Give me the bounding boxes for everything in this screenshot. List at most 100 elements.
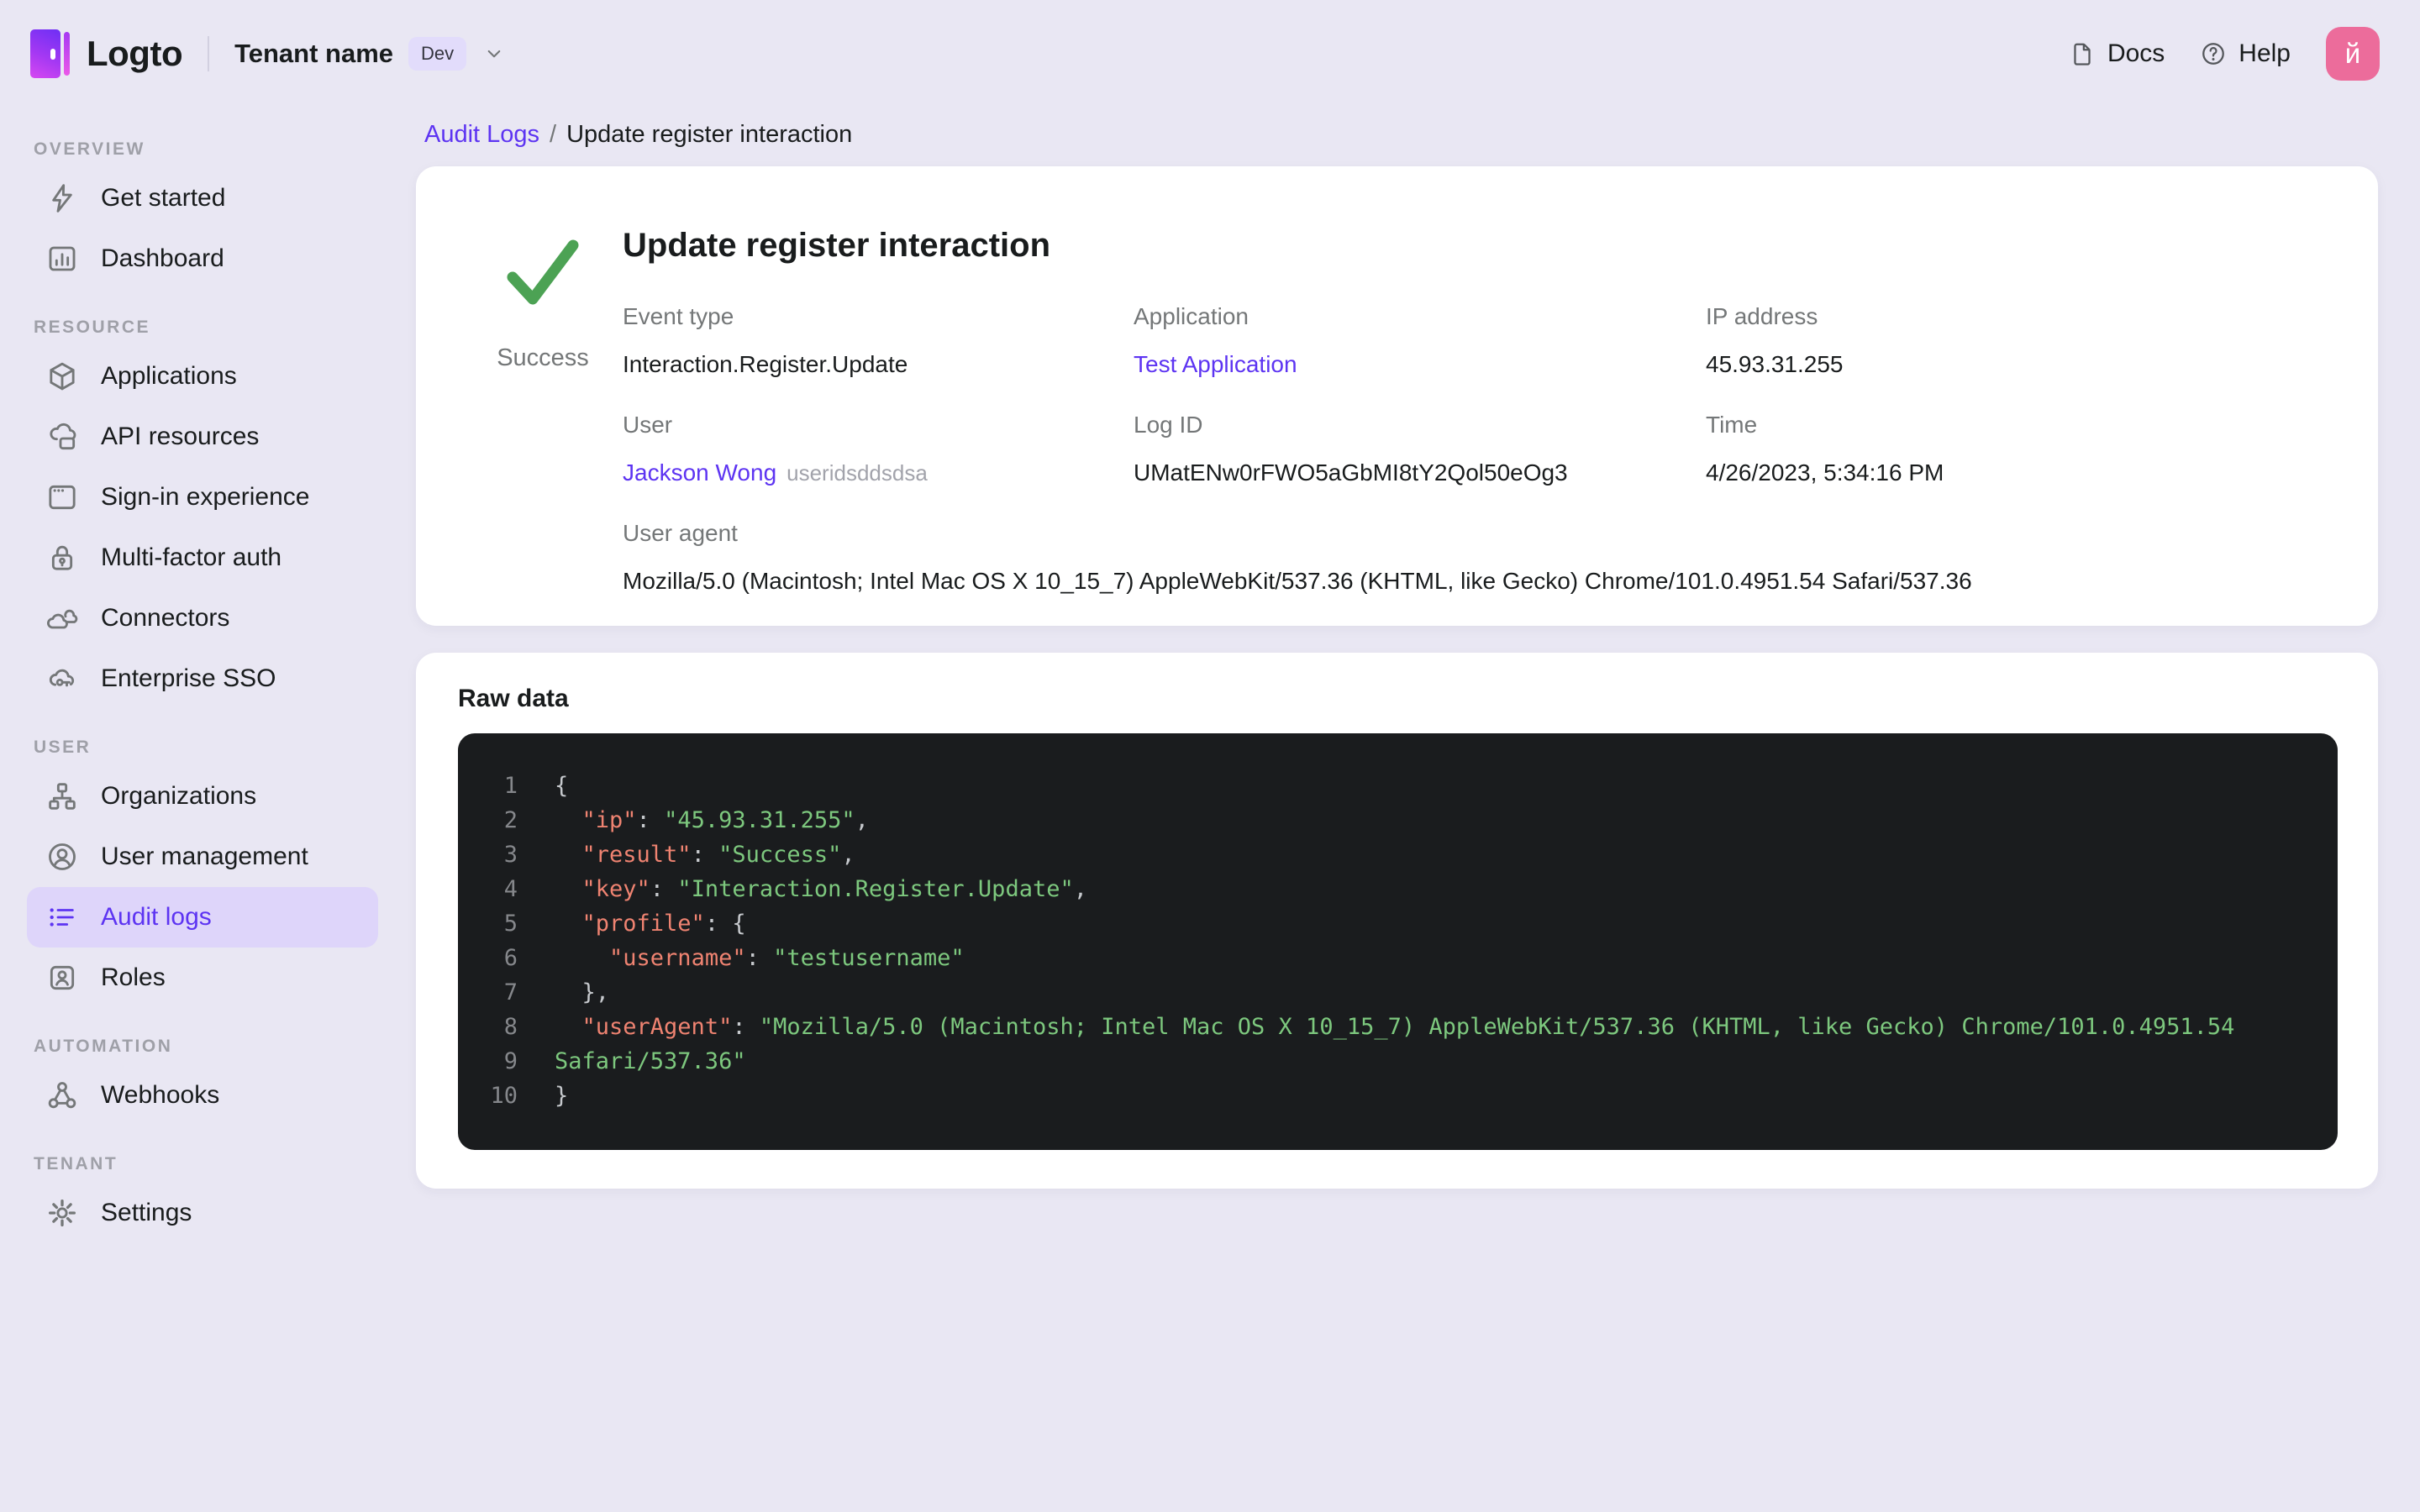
topbar-divider: [208, 36, 210, 71]
sidebar-item-dashboard[interactable]: Dashboard: [27, 228, 378, 289]
raw-data-card: Raw data 1{2 "ip": "45.93.31.255", 3 "res…: [416, 653, 2378, 1189]
code-line: 7 },: [479, 975, 2304, 1010]
sidebar-item-get-started[interactable]: Get started: [27, 168, 378, 228]
tenant-switcher[interactable]: Tenant name Dev: [234, 37, 507, 71]
sidebar-item-label: Connectors: [101, 604, 230, 632]
breadcrumb: Audit Logs / Update register interaction: [424, 116, 2378, 153]
field-value: UMatENw0rFWO5aGbMI8tY2Qol50eOg3: [1134, 459, 1568, 486]
sidebar-item-label: Dashboard: [101, 244, 224, 272]
sidebar-item-multi-factor-auth[interactable]: Multi-factor auth: [27, 528, 378, 588]
code-line: 9 Safari/537.36": [479, 1044, 2304, 1079]
line-number: 4: [503, 876, 518, 902]
field-label: Event type: [623, 303, 734, 329]
code-line: 4 "key": "Interaction.Register.Update",: [479, 872, 2304, 906]
line-number: 5: [503, 911, 518, 937]
logo-wordmark: Logto: [87, 34, 183, 73]
sidebar-item-webhooks[interactable]: Webhooks: [27, 1065, 378, 1126]
sidebar-section-label: USER: [34, 738, 92, 757]
sidebar-item-label: API resources: [101, 423, 260, 450]
sidebar-item-label: Sign-in experience: [101, 483, 310, 511]
cloud-key-icon: [45, 662, 79, 696]
line-number: 7: [503, 979, 518, 1005]
dashboard-icon: [45, 242, 79, 276]
field-value-link[interactable]: Jackson Wong: [623, 459, 776, 486]
field-user-agent: User agent Mozilla/5.0 (Macintosh; Intel…: [623, 519, 2331, 596]
docs-label: Docs: [2107, 39, 2165, 67]
sidebar-item-api-resources[interactable]: API resources: [27, 407, 378, 467]
webhook-icon: [45, 1079, 79, 1112]
field-label: User agent: [623, 520, 738, 546]
status-label: Success: [497, 344, 589, 371]
tenant-name: Tenant name: [234, 39, 394, 68]
main-content: Audit Logs / Update register interaction…: [405, 108, 2420, 1189]
avatar[interactable]: й: [2326, 27, 2380, 81]
field-log-id: Log ID UMatENw0rFWO5aGbMI8tY2Qol50eOg3: [1134, 411, 1706, 487]
list-icon: [45, 900, 79, 934]
field-value: 4/26/2023, 5:34:16 PM: [1706, 459, 1944, 486]
sidebar-item-applications[interactable]: Applications: [27, 346, 378, 407]
sidebar-item-label: Applications: [101, 362, 237, 390]
field-value: 45.93.31.255: [1706, 351, 1844, 377]
field-label: Time: [1706, 412, 1758, 438]
code-line: 2 "ip": "45.93.31.255",: [479, 803, 2304, 837]
line-number: 9: [503, 1048, 518, 1074]
code-line: 10}: [479, 1079, 2304, 1113]
field-time: Time 4/26/2023, 5:34:16 PM: [1706, 411, 2331, 487]
breadcrumb-separator: /: [550, 120, 557, 148]
line-number: 1: [503, 773, 518, 799]
event-fields: Event type Interaction.Register.Update App…: [623, 302, 2331, 596]
sidebar-item-roles[interactable]: Roles: [27, 948, 378, 1008]
line-number: 8: [503, 1014, 518, 1040]
field-label: User: [623, 412, 673, 438]
line-number: 3: [503, 842, 518, 868]
field-value-link[interactable]: Test Application: [1134, 351, 1297, 377]
sidebar-item-enterprise-sso[interactable]: Enterprise SSO: [27, 648, 378, 709]
sidebar-item-user-management[interactable]: User management: [27, 827, 378, 887]
clouds-icon: [45, 601, 79, 635]
field-event-type: Event type Interaction.Register.Update: [623, 302, 1134, 379]
question-circle-icon: [2200, 40, 2227, 67]
sidebar-item-connectors[interactable]: Connectors: [27, 588, 378, 648]
line-number: 10: [490, 1083, 518, 1109]
field-ip-address: IP address 45.93.31.255: [1706, 302, 2331, 379]
sidebar-item-organizations[interactable]: Organizations: [27, 766, 378, 827]
line-number: 6: [503, 945, 518, 971]
page-title: Update register interaction: [623, 227, 1051, 264]
breadcrumb-audit-logs-link[interactable]: Audit Logs: [424, 121, 539, 149]
logto-logo-icon: [30, 29, 70, 78]
sidebar-item-label: Organizations: [101, 782, 257, 810]
breadcrumb-current: Update register interaction: [566, 120, 853, 148]
cube-icon: [45, 360, 79, 393]
user-id-suffix: useridsddsdsa: [786, 460, 928, 486]
help-button[interactable]: Help: [2200, 39, 2291, 68]
field-label: IP address: [1706, 303, 1818, 329]
org-chart-icon: [45, 780, 79, 813]
sidebar-item-label: Roles: [101, 963, 166, 991]
sidebar-section-label: OVERVIEW: [34, 139, 145, 159]
docs-button[interactable]: Docs: [2069, 39, 2165, 68]
cloud-box-icon: [45, 420, 79, 454]
sidebar-item-label: Get started: [101, 184, 226, 212]
sidebar-item-label: Enterprise SSO: [101, 664, 276, 692]
sidebar-item-label: Audit logs: [101, 903, 212, 931]
line-number: 2: [503, 807, 518, 833]
sidebar-item-settings[interactable]: Settings: [27, 1183, 378, 1243]
sidebar-item-sign-in-experience[interactable]: Sign-in experience: [27, 467, 378, 528]
code-line: 3 "result": "Success",: [479, 837, 2304, 872]
code-line: 6 "username": "testusername": [479, 941, 2304, 975]
sidebar-item-audit-logs[interactable]: Audit logs: [27, 887, 378, 948]
code-line: 8 "userAgent": "Mozilla/5.0 (Macintosh; …: [479, 1010, 2304, 1044]
browser-icon: [45, 480, 79, 514]
field-value: Interaction.Register.Update: [623, 351, 908, 377]
topbar: Logto Tenant name Dev Docs Help й: [0, 0, 2420, 108]
sidebar-item-label: Webhooks: [101, 1081, 220, 1109]
sidebar-item-label: User management: [101, 843, 308, 870]
code-block: 1{2 "ip": "45.93.31.255", 3 "result": "Su…: [458, 733, 2338, 1150]
logto-logo: Logto: [30, 29, 183, 78]
id-card-icon: [45, 961, 79, 995]
code-line: 1{: [479, 769, 2304, 803]
document-icon: [2069, 40, 2096, 67]
lightning-icon: [45, 181, 79, 215]
chevron-down-icon: [481, 41, 507, 66]
status-column: Success: [463, 203, 623, 596]
